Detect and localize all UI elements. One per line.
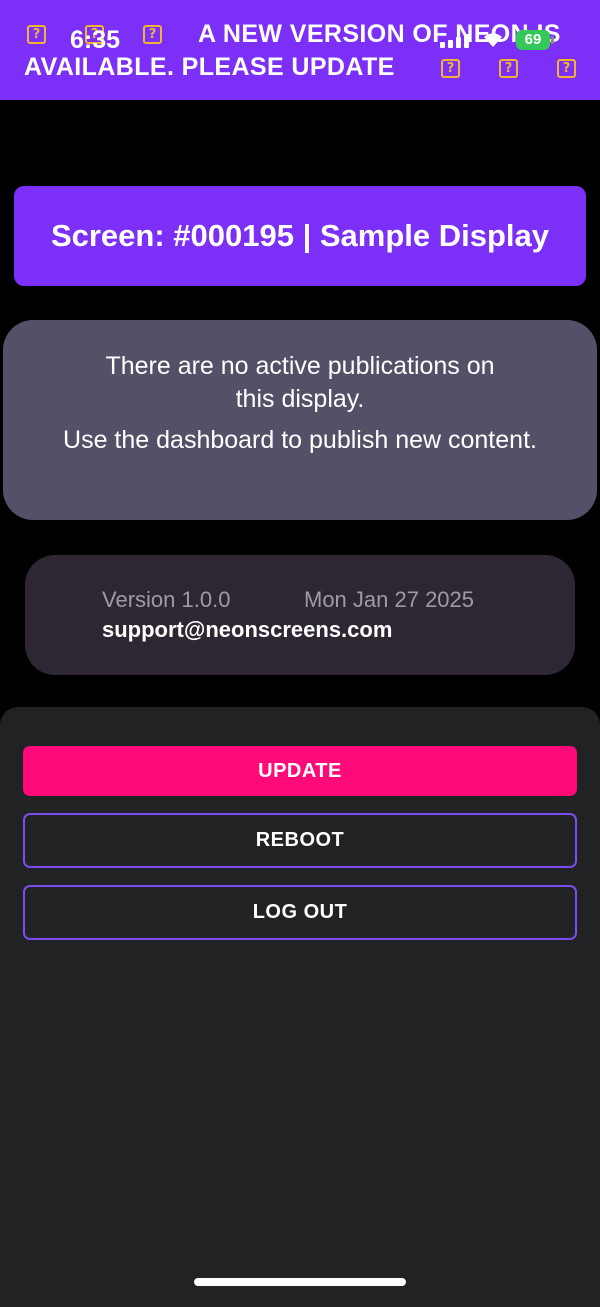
support-email: support@neonscreens.com: [102, 617, 393, 642]
app-version: Version 1.0.0: [102, 587, 231, 612]
missing-glyph-icon: ?: [499, 59, 518, 78]
home-indicator[interactable]: [194, 1278, 406, 1286]
notice-no-publications-text: There are no active publications on this…: [105, 352, 495, 413]
missing-glyph-icon: ?: [441, 59, 460, 78]
battery-icon: 69: [516, 30, 554, 50]
missing-glyph-icon: ?: [143, 25, 162, 44]
build-date: Mon Jan 27 2025: [304, 587, 475, 612]
update-button[interactable]: UPDATE: [23, 746, 577, 796]
status-bar-time: 6:35: [70, 26, 121, 54]
signal-icon: [440, 34, 470, 48]
action-sheet: [0, 707, 600, 1307]
screen-title-card: Screen: #000195 | Sample Display: [14, 186, 586, 286]
notice-dashboard-hint-text: Use the dashboard to publish new content…: [63, 426, 537, 454]
device-info-card: Version 1.0.0 Mon Jan 27 2025 support@ne…: [25, 555, 575, 675]
update-banner[interactable]: A NEW VERSION OF NEON IS AVAILABLE. PLEA…: [0, 0, 600, 100]
screen-title: Screen: #000195 | Sample Display: [50, 218, 550, 253]
no-publications-notice: There are no active publications on this…: [3, 320, 597, 520]
missing-glyph-icon: ?: [27, 25, 46, 44]
wifi-icon: [484, 33, 502, 47]
missing-glyph-icon: ?: [557, 59, 576, 78]
reboot-button[interactable]: REBOOT: [23, 813, 577, 868]
logout-button[interactable]: LOG OUT: [23, 885, 577, 940]
